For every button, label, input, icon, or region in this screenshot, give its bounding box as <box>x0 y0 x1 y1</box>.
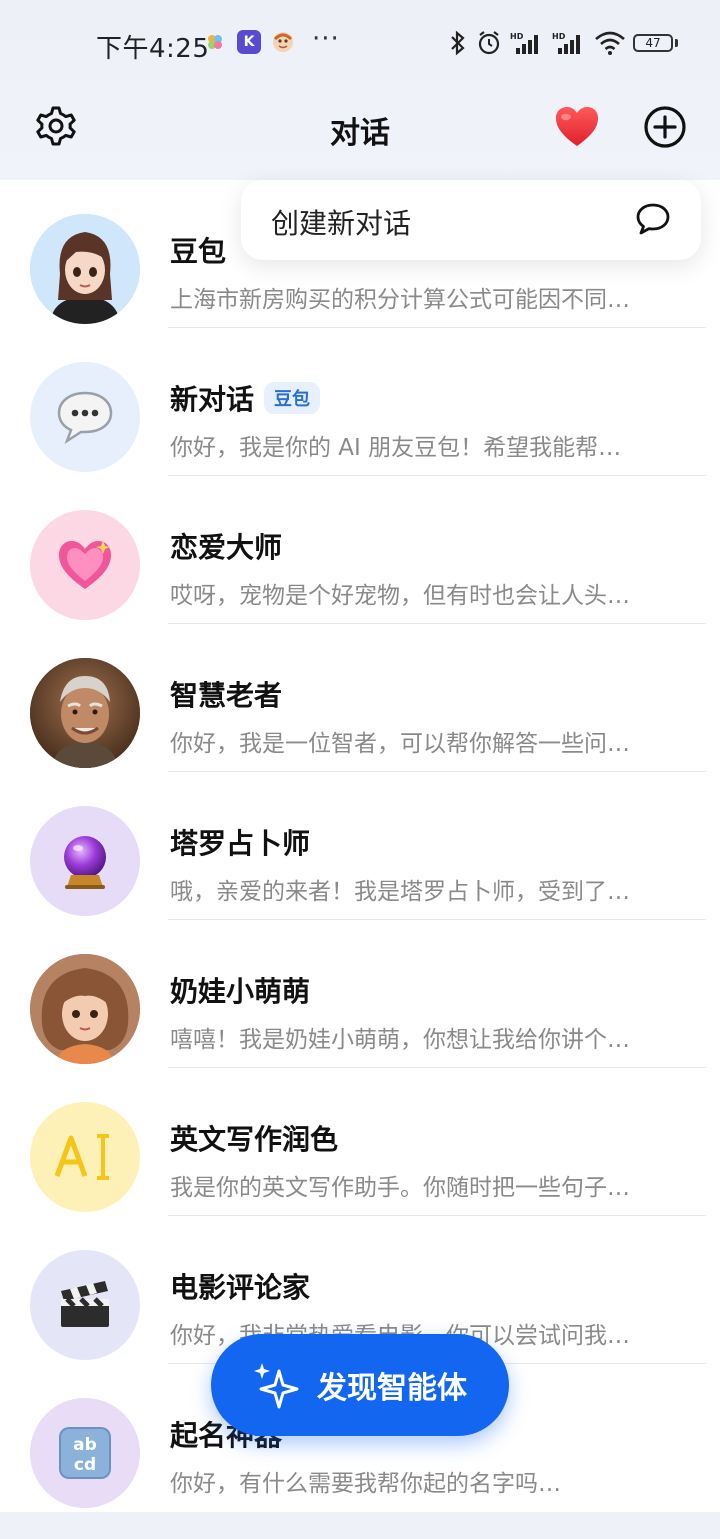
sparkling-heart-avatar <box>30 510 140 620</box>
conversation-name: 奶娃小萌萌 <box>170 975 311 1008</box>
conversation-title: 豆包 <box>170 230 226 270</box>
conversation-name: 塔罗占卜师 <box>170 827 311 860</box>
conversation-title: 电影评论家 <box>170 1266 310 1306</box>
conversation-preview: 你好，我是你的 AI 朋友豆包！希望我能帮… <box>170 435 622 461</box>
discover-agents-label: 发现智能体 <box>317 1371 467 1406</box>
conversation-title: 塔罗占卜师 <box>170 822 310 862</box>
plus-circle-icon <box>644 106 686 148</box>
conversation-title: 智慧老者 <box>170 674 282 714</box>
clapperboard-avatar <box>30 1250 140 1360</box>
conversation-row-wise-elder[interactable]: 智慧老者 你好，我是一位智者，可以帮你解答一些问… <box>0 624 720 772</box>
status-more: ··· <box>312 24 340 54</box>
bot-badge: 豆包 <box>264 382 321 414</box>
clapperboard-icon <box>61 1281 109 1327</box>
signal-hd-icon: HD <box>510 32 538 54</box>
clover-icon <box>203 30 227 54</box>
status-bar: 下午4:25 K ··· HD HD 47 <box>0 0 720 88</box>
create-new-chat-label: 创建新对话 <box>271 207 412 240</box>
speech-bubble-avatar <box>30 362 140 472</box>
abcd-avatar: ab cd <box>30 1398 140 1508</box>
conversation-row-love-master[interactable]: 恋爱大师 哎呀，宠物是个好宠物，但有时也会让人头… <box>0 476 720 624</box>
page-title: 对话 <box>330 116 390 151</box>
bottom-nav-strip <box>0 1512 720 1539</box>
svg-text:HD: HD <box>552 32 566 41</box>
conversation-title: 新对话 豆包 <box>170 378 321 418</box>
conversation-preview: 嘻嘻！我是奶娃小萌萌，你想让我给你讲个… <box>170 1027 630 1053</box>
conversation-row-tarot[interactable]: 塔罗占卜师 哦，亲爱的来者！我是塔罗占卜师，受到了… <box>0 772 720 920</box>
doubao-avatar <box>30 214 140 324</box>
conversation-preview: 哎呀，宠物是个好宠物，但有时也会让人头… <box>170 583 630 609</box>
status-app-icons: K <box>203 30 295 54</box>
conversation-list: 豆包 上海市新房购买的积分计算公式可能因不同… 新对话 豆包 你好，我是你的 A… <box>0 180 720 1512</box>
conversation-title: 英文写作润色 <box>170 1118 338 1158</box>
conversation-preview: 你好，有什么需要我帮你起的名字吗… <box>170 1471 561 1497</box>
status-time: 下午4:25 <box>96 34 210 64</box>
conversation-title: 恋爱大师 <box>170 526 282 566</box>
status-indicators: HD HD <box>448 30 626 56</box>
monkey-icon <box>271 30 295 54</box>
add-button[interactable] <box>640 102 690 152</box>
conversation-row-english-writing[interactable]: 英文写作润色 我是你的英文写作助手。你随时把一些句子… <box>0 1068 720 1216</box>
svg-text:HD: HD <box>510 32 524 41</box>
battery-tip <box>675 39 678 47</box>
ai-text-avatar <box>30 1102 140 1212</box>
alarm-icon <box>478 31 500 55</box>
conversation-name: 电影评论家 <box>170 1271 311 1304</box>
favorite-button[interactable] <box>552 102 602 152</box>
new-chat-popup[interactable]: 创建新对话 <box>241 180 701 260</box>
sparkle-icon <box>254 1363 299 1409</box>
k-app-icon: K <box>237 30 261 54</box>
conversation-row-baby[interactable]: 奶娃小萌萌 嘻嘻！我是奶娃小萌萌，你想让我给你讲个… <box>0 920 720 1068</box>
conversation-preview: 上海市新房购买的积分计算公式可能因不同… <box>170 287 630 313</box>
chat-bubble-icon <box>636 203 670 235</box>
conversation-preview: 你好，我是一位智者，可以帮你解答一些问… <box>170 731 630 757</box>
conversation-row-new-chat[interactable]: 新对话 豆包 你好，我是你的 AI 朋友豆包！希望我能帮… <box>0 328 720 476</box>
conversation-name: 智慧老者 <box>170 679 283 712</box>
sparkling-heart-icon <box>59 541 111 589</box>
battery-indicator: 47 <box>633 34 673 52</box>
signal-hd-icon: HD <box>552 32 580 54</box>
abcd-icon: ab cd <box>59 1427 111 1479</box>
baby-avatar <box>30 954 140 1064</box>
heart-icon <box>556 107 598 146</box>
ai-text-icon <box>54 1134 109 1180</box>
bluetooth-icon <box>451 30 465 56</box>
discover-agents-button[interactable]: 发现智能体 <box>211 1334 509 1436</box>
app-header: 对话 <box>0 88 720 168</box>
conversation-name: 恋爱大师 <box>170 531 283 564</box>
wifi-icon <box>595 31 625 55</box>
conversation-name: 新对话 <box>170 383 255 416</box>
old-man-avatar <box>30 658 140 768</box>
conversation-preview: 哦，亲爱的来者！我是塔罗占卜师，受到了… <box>170 879 630 905</box>
crystal-ball-avatar <box>30 806 140 916</box>
conversation-name: 英文写作润色 <box>170 1123 339 1156</box>
conversation-name: 豆包 <box>170 235 227 268</box>
svg-text:cd: cd <box>74 1455 96 1475</box>
conversation-title: 奶娃小萌萌 <box>170 970 310 1010</box>
crystal-ball-icon <box>64 836 106 889</box>
conversation-preview: 我是你的英文写作助手。你随时把一些句子… <box>170 1175 630 1201</box>
svg-text:ab: ab <box>73 1435 97 1455</box>
speech-bubble-icon <box>57 391 113 445</box>
